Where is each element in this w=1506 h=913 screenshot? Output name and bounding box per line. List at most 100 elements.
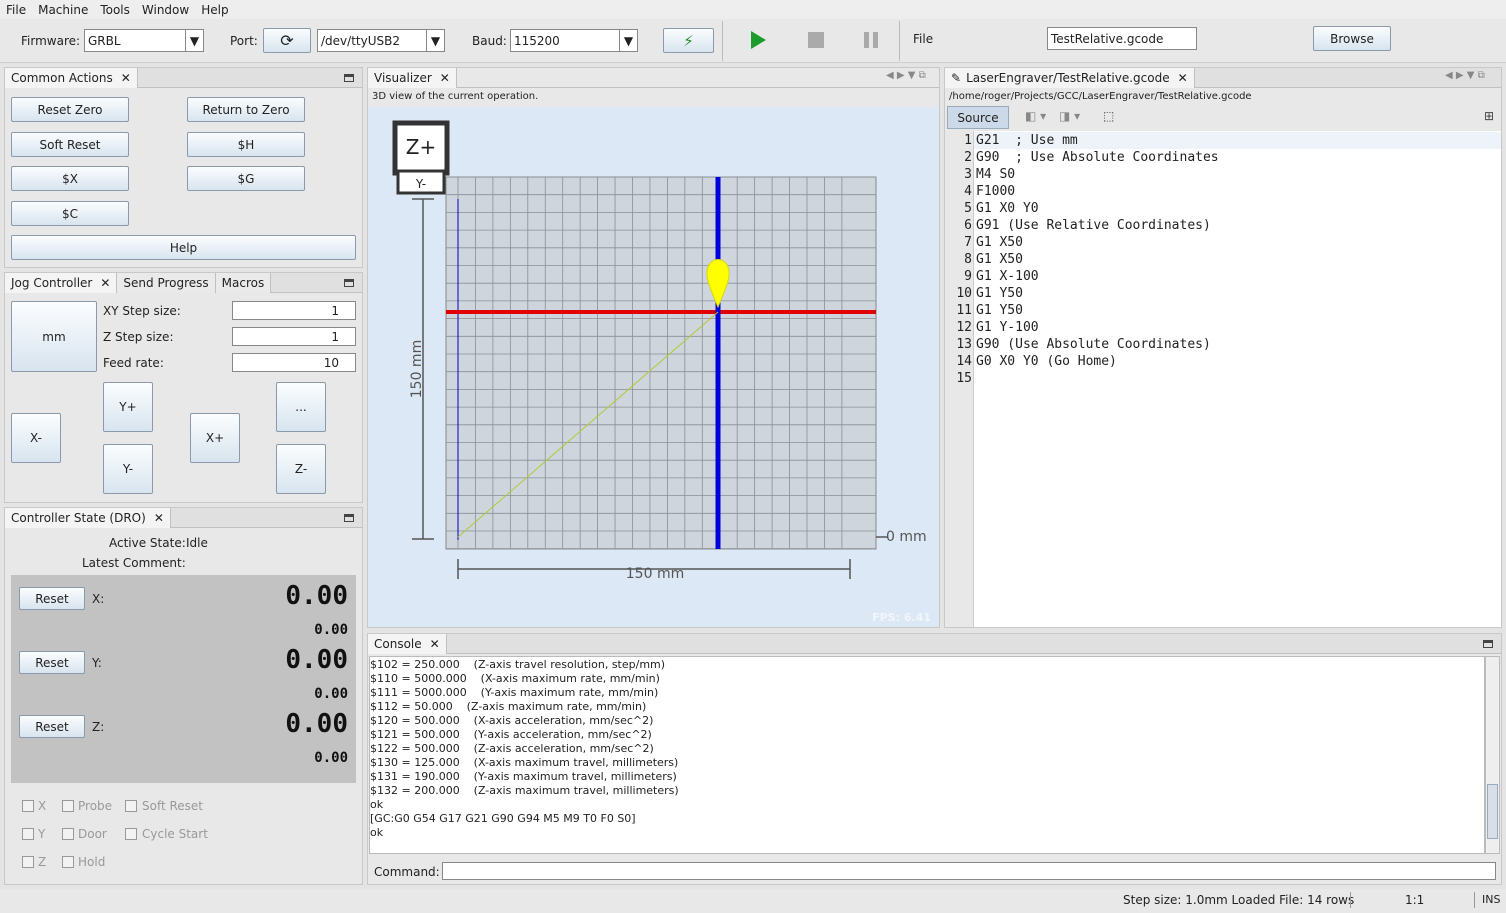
return-to-zero-button[interactable]: Return to Zero (187, 97, 305, 122)
jog-z-plus-button[interactable]: ... (276, 382, 326, 432)
jog-y-plus-button[interactable]: Y+ (103, 382, 153, 432)
close-icon[interactable]: ✕ (430, 637, 440, 651)
close-icon[interactable]: ✕ (121, 71, 131, 85)
jog-x-plus-button[interactable]: X+ (190, 413, 240, 463)
z-work-position: 0.00 (285, 709, 348, 739)
minimize-icon[interactable] (1483, 640, 1493, 648)
console-line: $130 = 125.000 (X-axis maximum travel, m… (370, 756, 679, 769)
port-select[interactable]: /dev/ttyUSB2 ▼ (317, 29, 445, 52)
history-forward-icon[interactable]: ◨ ▾ (1059, 109, 1080, 123)
console-line: $131 = 190.000 (Y-axis maximum travel, m… (370, 770, 677, 783)
stop-icon[interactable] (808, 32, 824, 48)
code-line[interactable]: F1000 (976, 183, 1219, 200)
source-tab[interactable]: Source (947, 106, 1009, 129)
baud-select[interactable]: 115200 ▼ (510, 29, 638, 52)
console-scroll-thumb[interactable] (1487, 784, 1498, 839)
check-mode-button[interactable]: $C (11, 201, 129, 226)
panel-nav-icon[interactable]: ◀ ▶ ▼ ⧉ (886, 70, 926, 81)
jog-z-minus-button[interactable]: Z- (276, 444, 326, 494)
tab-common-actions[interactable]: Common Actions ✕ (5, 67, 138, 88)
menu-tools[interactable]: Tools (94, 3, 136, 17)
code-line[interactable]: G1 X50 (976, 251, 1219, 268)
menu-window[interactable]: Window (136, 3, 195, 17)
status-divider (1474, 892, 1475, 908)
command-input[interactable] (442, 862, 1496, 880)
feed-rate-spinner[interactable]: 10 (232, 353, 356, 372)
history-back-icon[interactable]: ◧ ▾ (1025, 109, 1046, 123)
tab-gcode-file[interactable]: ✎ LaserEngraver/TestRelative.gcode ✕ (945, 67, 1195, 88)
connect-button[interactable]: ⚡ (663, 28, 714, 53)
pause-icon[interactable] (864, 32, 869, 48)
help-button[interactable]: Help (11, 235, 356, 260)
tab-jog-controller[interactable]: Jog Controller ✕ (5, 272, 118, 293)
xy-step-value: 1 (331, 303, 339, 318)
jog-y-minus-button[interactable]: Y- (103, 444, 153, 494)
code-line[interactable] (976, 370, 1219, 387)
tab-console[interactable]: Console ✕ (368, 633, 447, 654)
y-machine-position: 0.00 (314, 686, 348, 702)
minimize-icon[interactable] (344, 279, 354, 287)
file-field[interactable]: TestRelative.gcode (1047, 27, 1197, 50)
code-line[interactable]: G1 Y50 (976, 302, 1219, 319)
code-line[interactable]: G90 (Use Absolute Coordinates) (976, 336, 1219, 353)
active-state-label: Active State: (109, 536, 186, 550)
console-line: $112 = 50.000 (Z-axis maximum rate, mm/m… (370, 700, 647, 713)
line-number: 12 (956, 320, 972, 335)
z-step-spinner[interactable]: 1 (232, 327, 356, 346)
visualizer-caption: 3D view of the current operation. (372, 91, 539, 102)
soft-reset-button[interactable]: Soft Reset (11, 132, 129, 157)
refresh-ports-button[interactable]: ⟳ (263, 28, 311, 53)
line-number: 10 (956, 286, 972, 301)
tab-dro[interactable]: Controller State (DRO) ✕ (5, 507, 171, 528)
code-line[interactable]: M4 S0 (976, 166, 1219, 183)
code-line[interactable]: G90 ; Use Absolute Coordinates (976, 149, 1219, 166)
unit-toggle-button[interactable]: mm (11, 301, 97, 372)
code-line[interactable]: G91 (Use Relative Coordinates) (976, 217, 1219, 234)
menu-machine[interactable]: Machine (32, 3, 94, 17)
panel-nav-icon[interactable]: ◀ ▶ ▼ ⧉ (1445, 70, 1485, 81)
xy-step-label: XY Step size: (103, 304, 181, 318)
tab-send-progress[interactable]: Send Progress (117, 272, 216, 293)
flag-soft-reset-checkbox (125, 800, 137, 812)
code-line[interactable]: G1 X0 Y0 (976, 200, 1219, 217)
jog-x-minus-button[interactable]: X- (11, 413, 61, 463)
code-line[interactable]: G1 X-100 (976, 268, 1219, 285)
menu-help[interactable]: Help (195, 3, 234, 17)
xy-step-spinner[interactable]: 1 (232, 301, 356, 320)
reset-y-button[interactable]: Reset (19, 651, 85, 674)
code-line[interactable]: G0 X0 Y0 (Go Home) (976, 353, 1219, 370)
z-machine-position: 0.00 (314, 750, 348, 766)
line-number: 5 (964, 201, 972, 216)
close-icon[interactable]: ✕ (440, 71, 450, 85)
gcode-state-button[interactable]: $G (187, 166, 305, 191)
code-line[interactable]: G1 Y50 (976, 285, 1219, 302)
reset-zero-button[interactable]: Reset Zero (11, 97, 129, 122)
active-state-value: Idle (186, 536, 208, 550)
unlock-button[interactable]: $X (11, 166, 129, 191)
code-line[interactable]: G21 ; Use mm (976, 132, 1219, 149)
code-line[interactable]: G1 Y-100 (976, 319, 1219, 336)
play-icon[interactable] (751, 31, 766, 49)
browse-button[interactable]: Browse (1313, 26, 1391, 51)
tab-macros[interactable]: Macros (215, 272, 272, 293)
minimize-icon[interactable] (344, 514, 354, 522)
close-icon[interactable]: ✕ (1178, 71, 1188, 85)
reset-z-button[interactable]: Reset (19, 715, 85, 738)
file-label: File (913, 32, 934, 46)
split-icon[interactable]: ⊞ (1484, 109, 1494, 123)
select-icon[interactable]: ⬚ (1103, 109, 1114, 123)
visualizer-canvas[interactable]: Z+ Y- 150 mm 150 mm 0 mm FPS: 6.41 (368, 107, 939, 627)
reset-x-button[interactable]: Reset (19, 587, 85, 610)
view-cube-front-label: Y- (415, 177, 426, 191)
tab-visualizer[interactable]: Visualizer ✕ (368, 67, 457, 88)
console-lines: $102 = 250.000 (Z-axis travel resolution… (370, 658, 679, 840)
code-line[interactable]: G1 X50 (976, 234, 1219, 251)
close-icon[interactable]: ✕ (100, 276, 110, 290)
home-button[interactable]: $H (187, 132, 305, 157)
close-icon[interactable]: ✕ (154, 511, 164, 525)
minimize-icon[interactable] (344, 74, 354, 82)
code-lines[interactable]: G21 ; Use mm G90 ; Use Absolute Coordinat… (976, 132, 1219, 387)
fps-label: FPS: 6.41 (872, 611, 931, 624)
menu-file[interactable]: File (0, 3, 32, 17)
firmware-select[interactable]: GRBL ▼ (84, 29, 204, 52)
